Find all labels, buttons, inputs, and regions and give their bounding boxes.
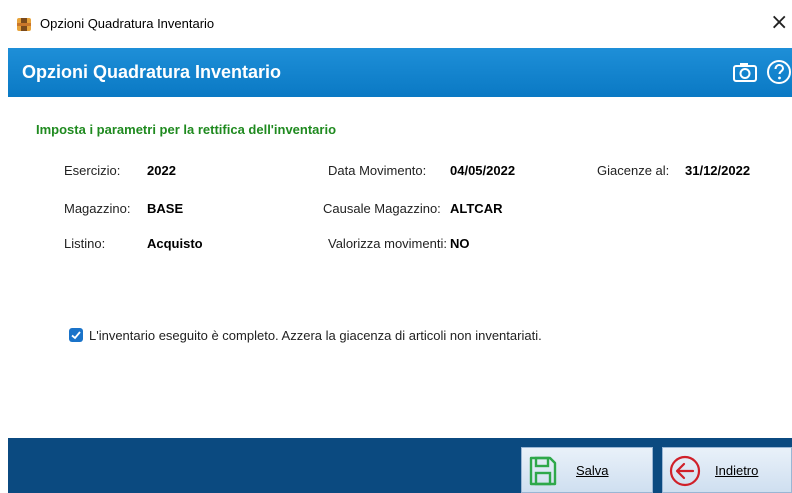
- magazzino-label: Magazzino:: [64, 201, 131, 216]
- data-movimento-value: 04/05/2022: [450, 163, 516, 178]
- valorizza-movimenti-value: NO: [450, 236, 470, 251]
- save-button-label: Salva: [576, 463, 609, 478]
- listino-label: Listino:: [64, 236, 106, 251]
- back-button[interactable]: Indietro: [662, 447, 792, 493]
- giacenze-value: 31/12/2022: [685, 163, 751, 178]
- giacenze-label: Giacenze al:: [597, 163, 670, 178]
- save-icon: [529, 456, 557, 486]
- form-subtitle: Imposta i parametri per la rettifica del…: [36, 122, 337, 137]
- back-button-label: Indietro: [715, 463, 759, 478]
- close-button[interactable]: ×: [770, 11, 788, 35]
- esercizio-label: Esercizio:: [64, 163, 121, 178]
- back-arrow-icon: [669, 455, 701, 487]
- magazzino-value: BASE: [147, 201, 184, 216]
- help-icon[interactable]: [766, 59, 792, 85]
- save-button[interactable]: Salva: [521, 447, 653, 493]
- camera-icon[interactable]: [732, 60, 758, 84]
- app-icon: [17, 18, 31, 31]
- dialog-title: Opzioni Quadratura Inventario: [22, 62, 282, 82]
- azzera-giacenza-checkbox[interactable]: [69, 328, 83, 342]
- dialog-header: Opzioni Quadratura Inventario: [8, 48, 792, 97]
- listino-value: Acquisto: [147, 236, 203, 251]
- checkmark-icon: [71, 331, 81, 340]
- valorizza-movimenti-label: Valorizza movimenti:: [328, 236, 447, 251]
- title-bar: Opzioni Quadratura Inventario ×: [0, 0, 792, 48]
- causale-magazzino-label: Causale Magazzino:: [323, 201, 441, 216]
- esercizio-value: 2022: [147, 163, 176, 178]
- causale-magazzino-value: ALTCAR: [450, 201, 503, 216]
- azzera-giacenza-label: L'inventario eseguito è completo. Azzera…: [89, 328, 542, 343]
- data-movimento-label: Data Movimento:: [328, 163, 427, 178]
- window-title: Opzioni Quadratura Inventario: [40, 16, 215, 31]
